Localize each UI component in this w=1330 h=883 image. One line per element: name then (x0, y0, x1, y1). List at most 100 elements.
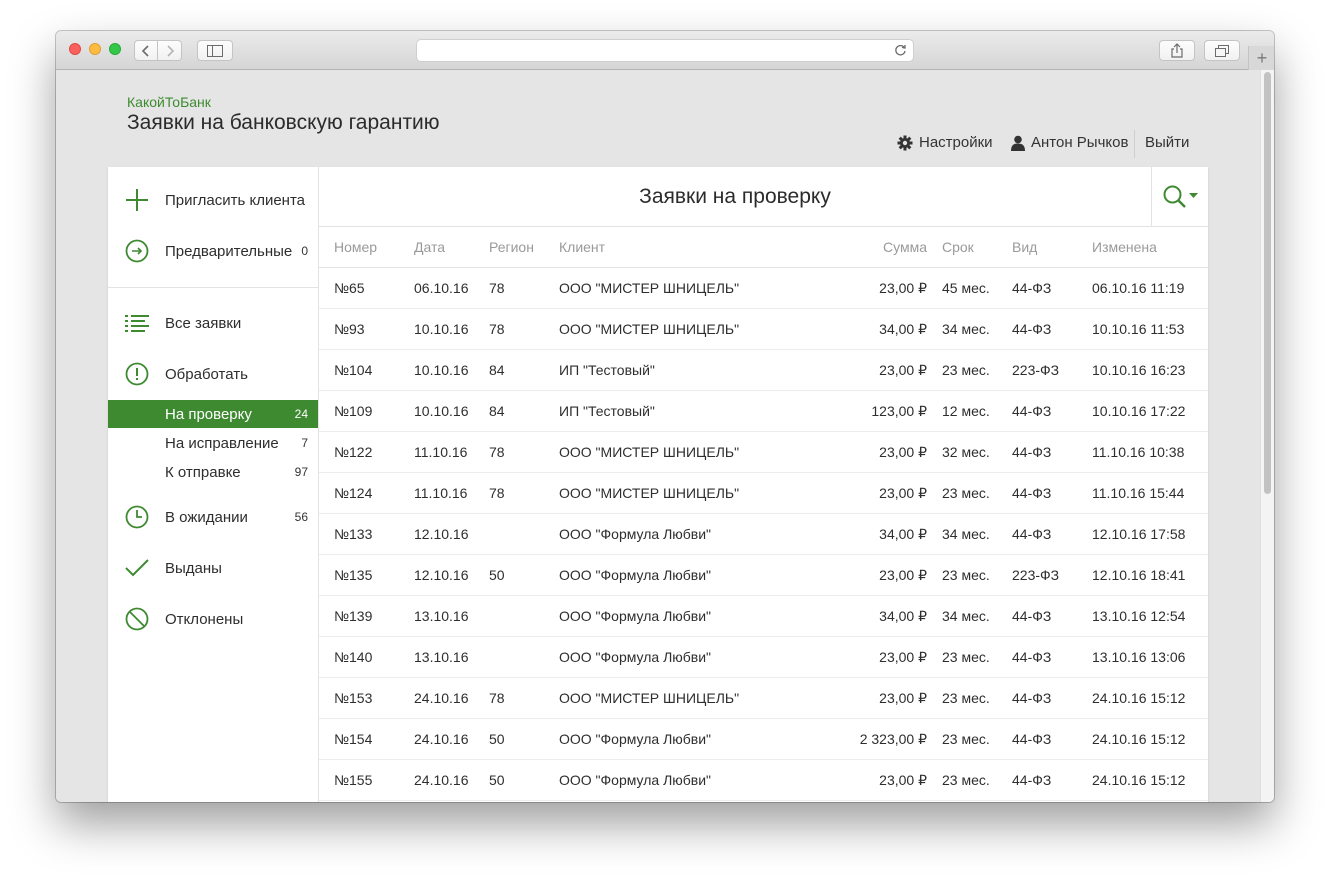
cell-type: 223-ФЗ (1012, 349, 1092, 391)
invite-client-button[interactable]: Пригласить клиента (108, 180, 318, 220)
table-row[interactable]: №135 12.10.16 50 ООО "Формула Любви" 23,00 ₽… (319, 554, 1208, 596)
cell-sum: 34,00 ₽ (809, 513, 942, 555)
main-content: Заявки на проверку Номер Дата Регион Кли… (319, 167, 1208, 802)
cell-term: 45 мес. (942, 267, 1012, 309)
search-button[interactable] (1151, 167, 1209, 226)
cell-sum: 23,00 ₽ (809, 349, 942, 391)
column-header-modified[interactable]: Изменена (1092, 227, 1208, 268)
sidebar-subitem-correction[interactable]: На исправление 7 (108, 429, 318, 457)
column-header-number[interactable]: Номер (319, 227, 414, 268)
cell-modified: 10.10.16 16:23 (1092, 349, 1208, 391)
cell-modified: 11.10.16 15:44 (1092, 472, 1208, 514)
cell-number: №124 (319, 472, 414, 514)
bank-brand[interactable]: КакойТоБанк (127, 94, 211, 110)
column-header-type[interactable]: Вид (1012, 227, 1092, 268)
cell-term: 23 мес. (942, 759, 1012, 801)
cell-client: ООО "Формула Любви" (559, 513, 809, 555)
table-row[interactable]: №140 13.10.16 ООО "Формула Любви" 23,00 ₽23… (319, 636, 1208, 678)
back-button[interactable] (134, 40, 158, 61)
show-tabs-button[interactable] (1204, 40, 1240, 61)
cell-client: ИП "Тестовый" (559, 390, 809, 432)
cell-region: 50 (489, 554, 559, 596)
minimize-window-button[interactable] (89, 43, 101, 55)
cell-date: 10.10.16 (414, 390, 489, 432)
cell-modified: 24.10.16 15:12 (1092, 677, 1208, 719)
sidebar-subitem-count: 24 (294, 407, 308, 421)
page-scrollbar[interactable] (1260, 70, 1274, 802)
table-row[interactable]: №109 10.10.16 84 ИП "Тестовый" 123,00 ₽12 ме… (319, 390, 1208, 432)
cell-sum: 23,00 ₽ (809, 677, 942, 719)
list-icon (124, 310, 150, 336)
column-header-term[interactable]: Срок (942, 227, 1012, 268)
cell-type: 44-ФЗ (1012, 431, 1092, 473)
cell-term: 32 мес. (942, 431, 1012, 473)
zoom-window-button[interactable] (109, 43, 121, 55)
forward-button[interactable] (158, 40, 182, 61)
back-icon (141, 44, 149, 57)
cell-number: №133 (319, 513, 414, 555)
sidebar-subitem-to-send[interactable]: К отправке 97 (108, 458, 318, 486)
cell-type: 44-ФЗ (1012, 636, 1092, 678)
table-row[interactable]: №124 11.10.16 78 ООО "МИСТЕР ШНИЦЕЛЬ" 23,00 … (319, 472, 1208, 514)
cell-number: №155 (319, 759, 414, 801)
table-row[interactable]: №139 13.10.16 ООО "Формула Любви" 34,00 ₽34… (319, 595, 1208, 637)
new-tab-button[interactable]: + (1248, 46, 1274, 70)
cell-type: 44-ФЗ (1012, 308, 1092, 350)
table-row[interactable]: №154 24.10.16 50 ООО "Формула Любви" 2 323,0… (319, 718, 1208, 760)
table-row[interactable]: №153 24.10.16 78 ООО "МИСТЕР ШНИЦЕЛЬ" 23,00 … (319, 677, 1208, 719)
sidebar-item-preliminary[interactable]: Предварительные 0 (108, 231, 318, 271)
user-icon (1011, 135, 1025, 151)
cell-date: 24.10.16 (414, 677, 489, 719)
close-window-button[interactable] (69, 43, 81, 55)
settings-link[interactable]: Настройки (897, 134, 993, 151)
column-header-region[interactable]: Регион (489, 227, 559, 268)
table-row[interactable]: №65 06.10.16 78 ООО "МИСТЕР ШНИЦЕЛЬ" 23,00 ₽… (319, 267, 1208, 309)
sidebar-subitem-review[interactable]: На проверку 24 (108, 400, 318, 428)
cell-client: ООО "Формула Любви" (559, 554, 809, 596)
sidebar-item-all[interactable]: Все заявки (108, 303, 318, 343)
prohibited-icon (124, 606, 150, 632)
logout-link[interactable]: Выйти (1145, 134, 1189, 151)
cell-region: 50 (489, 759, 559, 801)
cell-type: 44-ФЗ (1012, 267, 1092, 309)
logout-label: Выйти (1145, 134, 1190, 151)
reload-icon[interactable] (894, 44, 907, 57)
cell-type: 223-ФЗ (1012, 554, 1092, 596)
column-header-date[interactable]: Дата (414, 227, 489, 268)
cell-region: 84 (489, 349, 559, 391)
sidebar-item-process[interactable]: Обработать (108, 354, 318, 394)
cell-region: 78 (489, 472, 559, 514)
sidebar-item-waiting[interactable]: В ожидании 56 (108, 497, 318, 537)
column-header-sum[interactable]: Сумма (809, 227, 942, 268)
cell-date: 12.10.16 (414, 513, 489, 555)
applications-table: Номер Дата Регион Клиент Сумма Срок Вид … (319, 227, 1208, 801)
table-row[interactable]: №133 12.10.16 ООО "Формула Любви" 34,00 ₽34… (319, 513, 1208, 555)
browser-window: + КакойТоБанк Заявки на банковскую гаран… (56, 31, 1274, 802)
sidebar-item-label: Обработать (165, 365, 248, 383)
sidebar-divider (108, 287, 318, 288)
preliminary-count: 0 (301, 244, 308, 258)
cell-number: №93 (319, 308, 414, 350)
cell-sum: 23,00 ₽ (809, 431, 942, 473)
user-profile-link[interactable]: Антон Рычков (1011, 134, 1128, 151)
sidebar-item-rejected[interactable]: Отклонены (108, 599, 318, 639)
cell-sum: 2 323,00 ₽ (809, 718, 942, 760)
table-row[interactable]: №93 10.10.16 78 ООО "МИСТЕР ШНИЦЕЛЬ" 34,00 ₽… (319, 308, 1208, 350)
cell-modified: 06.10.16 11:19 (1092, 267, 1208, 309)
sidebar-subitem-label: К отправке (165, 463, 241, 481)
applications-panel: Пригласить клиента Предварительные 0 Все… (108, 167, 1208, 802)
cell-type: 44-ФЗ (1012, 677, 1092, 719)
sidebar-item-issued[interactable]: Выданы (108, 548, 318, 588)
share-button[interactable] (1159, 40, 1195, 61)
column-header-client[interactable]: Клиент (559, 227, 809, 268)
cell-term: 23 мес. (942, 718, 1012, 760)
address-bar[interactable] (416, 39, 914, 62)
table-row[interactable]: №104 10.10.16 84 ИП "Тестовый" 23,00 ₽23 мес… (319, 349, 1208, 391)
sidebar-subitem-count: 97 (294, 465, 308, 479)
sidebar-toggle-button[interactable] (197, 40, 233, 61)
scrollbar-thumb[interactable] (1264, 72, 1271, 494)
cell-term: 12 мес. (942, 390, 1012, 432)
table-row[interactable]: №122 11.10.16 78 ООО "МИСТЕР ШНИЦЕЛЬ" 23,00 … (319, 431, 1208, 473)
search-icon (1163, 185, 1186, 208)
table-row[interactable]: №155 24.10.16 50 ООО "Формула Любви" 23,00 ₽… (319, 759, 1208, 801)
